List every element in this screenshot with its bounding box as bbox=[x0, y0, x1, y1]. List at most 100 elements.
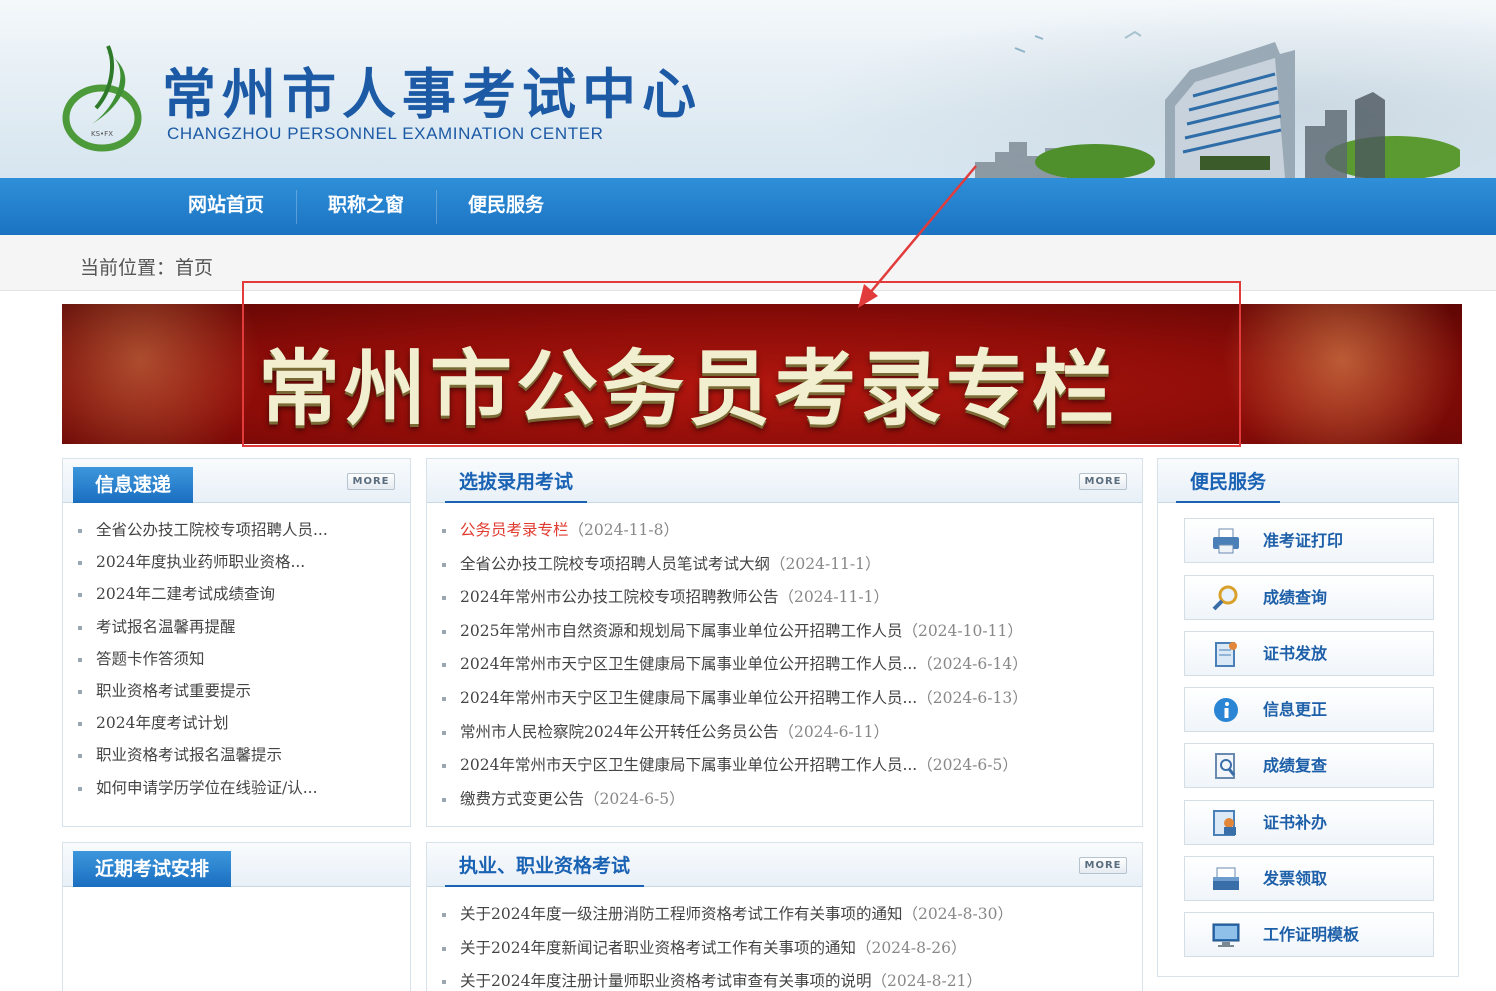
nav-services[interactable]: 便民服务 bbox=[442, 178, 570, 235]
nav-home[interactable]: 网站首页 bbox=[162, 178, 290, 235]
service-label: 信息更正 bbox=[1263, 700, 1328, 719]
list-item[interactable]: 2024年常州市天宁区卫生健康局下属事业单位公开招聘工作人员...（2024-6… bbox=[442, 749, 1028, 783]
annotation-highlight-box bbox=[242, 281, 1241, 447]
service-label: 证书补办 bbox=[1263, 813, 1328, 832]
list-item[interactable]: 职业资格考试报名温馨提示 bbox=[78, 739, 328, 771]
item-date: （2024-6-13） bbox=[917, 688, 1028, 707]
recent-exams-panel: 近期考试安排 bbox=[62, 842, 411, 991]
recent-exams-title[interactable]: 近期考试安排 bbox=[73, 851, 232, 887]
certificate-icon bbox=[1215, 642, 1237, 667]
recent-exams-header: 近期考试安排 bbox=[63, 843, 410, 887]
item-title[interactable]: 2025年常州市自然资源和规划局下属事业单位公开招聘工作人员 bbox=[460, 622, 902, 640]
service-label: 准考证打印 bbox=[1263, 531, 1344, 550]
item-title[interactable]: 全省公办技工院校专项招聘人员笔试考试大纲 bbox=[460, 555, 770, 573]
service-panel-header: 便民服务 bbox=[1158, 459, 1458, 503]
list-item[interactable]: 2024年度执业药师职业资格... bbox=[78, 546, 328, 578]
list-item[interactable]: 2024年常州市天宁区卫生健康局下属事业单位公开招聘工作人员...（2024-6… bbox=[442, 682, 1028, 716]
selection-exams-panel: 选拔录用考试 MORE 公务员考录专栏（2024-11-8） 全省公办技工院校专… bbox=[426, 458, 1143, 827]
list-item[interactable]: 考试报名温馨再提醒 bbox=[78, 611, 328, 643]
service-label: 成绩查询 bbox=[1263, 588, 1328, 607]
list-item[interactable]: 答题卡作答须知 bbox=[78, 643, 328, 675]
printer-icon bbox=[1213, 528, 1239, 554]
list-item[interactable]: 2024年二建考试成绩查询 bbox=[78, 578, 328, 610]
item-title[interactable]: 常州市人民检察院2024年公开转任公务员公告 bbox=[460, 723, 778, 741]
id-card-icon bbox=[1213, 810, 1236, 836]
qualification-exams-title[interactable]: 执业、职业资格考试 bbox=[445, 851, 645, 887]
logo-badge-text: KS•FX bbox=[91, 130, 113, 138]
list-item[interactable]: 缴费方式变更公告（2024-6-5） bbox=[442, 783, 1028, 817]
qualification-exams-header: 执业、职业资格考试 MORE bbox=[427, 843, 1142, 887]
item-title[interactable]: 关于2024年度新闻记者职业资格考试工作有关事项的通知 bbox=[460, 939, 856, 957]
item-date: （2024-11-1） bbox=[778, 588, 889, 607]
breadcrumb: 当前位置：首页 bbox=[80, 257, 214, 279]
list-item[interactable]: 全省公办技工院校专项招聘人员... bbox=[78, 514, 328, 546]
item-title[interactable]: 2024年常州市天宁区卫生健康局下属事业单位公开招聘工作人员... bbox=[460, 689, 917, 707]
qualification-list: 关于2024年度一级注册消防工程师资格考试工作有关事项的通知（2024-8-30… bbox=[442, 898, 1013, 991]
service-panel: 便民服务 准考证打印 成绩查询 证书发放 信息更正 成绩复查 证书补办 发票领取… bbox=[1157, 458, 1459, 977]
info-more-button[interactable]: MORE bbox=[347, 473, 395, 490]
site-header: KS•FX 常州市人事考试中心 CHANGZHOU PERSONNEL EXAM… bbox=[0, 0, 1496, 178]
item-date: （2024-11-1） bbox=[770, 554, 881, 573]
list-item[interactable]: 关于2024年度一级注册消防工程师资格考试工作有关事项的通知（2024-8-30… bbox=[442, 898, 1013, 932]
item-title[interactable]: 公务员考录专栏 bbox=[460, 521, 569, 539]
list-item[interactable]: 关于2024年度新闻记者职业资格考试工作有关事项的通知（2024-8-26） bbox=[442, 932, 1013, 966]
item-date: （2024-8-26） bbox=[855, 938, 967, 957]
selection-exams-header: 选拔录用考试 MORE bbox=[427, 459, 1142, 503]
selection-exams-title[interactable]: 选拔录用考试 bbox=[445, 467, 588, 503]
list-item[interactable]: 职业资格考试重要提示 bbox=[78, 675, 328, 707]
service-label: 证书发放 bbox=[1263, 644, 1328, 663]
item-date: （2024-6-5） bbox=[584, 789, 685, 808]
service-score-query-button[interactable]: 成绩查询 bbox=[1184, 575, 1434, 620]
item-date: （2024-10-11） bbox=[902, 621, 1023, 640]
building-illustration bbox=[975, 30, 1460, 178]
qualification-more-button[interactable]: MORE bbox=[1079, 857, 1127, 874]
list-item[interactable]: 2024年常州市天宁区卫生健康局下属事业单位公开招聘工作人员...（2024-6… bbox=[442, 648, 1028, 682]
service-score-review-button[interactable]: 成绩复查 bbox=[1184, 743, 1434, 788]
item-date: （2024-6-11） bbox=[778, 722, 889, 741]
item-date: （2024-8-30） bbox=[902, 905, 1013, 923]
list-item[interactable]: 关于2024年度注册计量师职业资格考试审查有关事项的说明（2024-8-21） bbox=[442, 965, 1013, 991]
invoice-box-icon bbox=[1213, 867, 1239, 890]
info-panel-title[interactable]: 信息速递 bbox=[73, 467, 194, 503]
list-item[interactable]: 全省公办技工院校专项招聘人员笔试考试大纲（2024-11-1） bbox=[442, 548, 1028, 582]
item-date: （2024-11-8） bbox=[568, 521, 680, 539]
service-certificate-reissue-button[interactable]: 证书补办 bbox=[1184, 800, 1434, 845]
service-panel-title[interactable]: 便民服务 bbox=[1176, 467, 1281, 503]
item-title[interactable]: 2024年常州市天宁区卫生健康局下属事业单位公开招聘工作人员... bbox=[460, 655, 917, 673]
service-admission-ticket-button[interactable]: 准考证打印 bbox=[1184, 518, 1434, 563]
info-list: 全省公办技工院校专项招聘人员... 2024年度执业药师职业资格... 2024… bbox=[78, 514, 328, 804]
list-item[interactable]: 2024年常州市公办技工院校专项招聘教师公告（2024-11-1） bbox=[442, 581, 1028, 615]
service-invoice-pickup-button[interactable]: 发票领取 bbox=[1184, 856, 1434, 901]
info-icon bbox=[1214, 698, 1238, 722]
item-title[interactable]: 2024年常州市公办技工院校专项招聘教师公告 bbox=[460, 588, 778, 606]
list-item[interactable]: 2025年常州市自然资源和规划局下属事业单位公开招聘工作人员（2024-10-1… bbox=[442, 615, 1028, 649]
list-item[interactable]: 公务员考录专栏（2024-11-8） bbox=[442, 514, 1028, 548]
site-subtitle: CHANGZHOU PERSONNEL EXAMINATION CENTER bbox=[167, 124, 604, 143]
item-date: （2024-8-21） bbox=[871, 972, 982, 991]
service-label: 工作证明模板 bbox=[1263, 925, 1360, 944]
logo-emblem-icon[interactable]: KS•FX bbox=[62, 44, 152, 152]
info-panel-header: 信息速递 MORE bbox=[63, 459, 410, 503]
item-title[interactable]: 关于2024年度注册计量师职业资格考试审查有关事项的说明 bbox=[460, 972, 871, 990]
service-certificate-issue-button[interactable]: 证书发放 bbox=[1184, 631, 1434, 676]
selection-list: 公务员考录专栏（2024-11-8） 全省公办技工院校专项招聘人员笔试考试大纲（… bbox=[442, 514, 1028, 816]
list-item[interactable]: 2024年度考试计划 bbox=[78, 707, 328, 739]
magnifier-icon bbox=[1212, 585, 1238, 611]
nav-titles[interactable]: 职称之窗 bbox=[302, 178, 430, 235]
main-nav: 网站首页 职称之窗 便民服务 bbox=[0, 178, 1496, 235]
annotation-arrow-icon bbox=[858, 165, 977, 308]
service-label: 发票领取 bbox=[1263, 869, 1328, 888]
nav-divider bbox=[296, 190, 297, 224]
item-title[interactable]: 2024年常州市天宁区卫生健康局下属事业单位公开招聘工作人员... bbox=[460, 756, 917, 774]
list-item[interactable]: 常州市人民检察院2024年公开转任公务员公告（2024-6-11） bbox=[442, 716, 1028, 750]
selection-more-button[interactable]: MORE bbox=[1079, 473, 1127, 490]
service-label: 成绩复查 bbox=[1263, 756, 1328, 775]
service-info-correction-button[interactable]: 信息更正 bbox=[1184, 687, 1434, 732]
service-work-certificate-template-button[interactable]: 工作证明模板 bbox=[1184, 912, 1434, 957]
site-title[interactable]: 常州市人事考试中心 bbox=[162, 50, 702, 129]
nav-divider bbox=[436, 190, 437, 224]
item-date: （2024-6-5） bbox=[917, 756, 1018, 775]
item-title[interactable]: 关于2024年度一级注册消防工程师资格考试工作有关事项的通知 bbox=[460, 905, 902, 923]
list-item[interactable]: 如何申请学历学位在线验证/认... bbox=[78, 772, 328, 804]
item-title[interactable]: 缴费方式变更公告 bbox=[460, 790, 584, 808]
